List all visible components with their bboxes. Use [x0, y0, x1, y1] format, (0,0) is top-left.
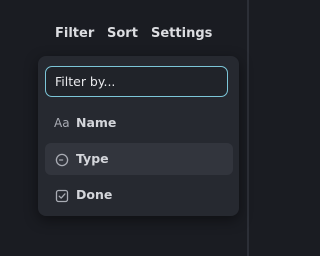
filter-option-label: Name	[76, 115, 117, 130]
filter-option-type[interactable]: Type	[45, 143, 233, 175]
menu-filter[interactable]: Filter	[55, 26, 94, 42]
menu-bar: Filter Sort Settings	[0, 24, 247, 46]
menu-sort[interactable]: Sort	[107, 26, 138, 42]
filter-search-input[interactable]	[45, 66, 228, 97]
filter-option-done[interactable]: Done	[45, 179, 233, 211]
filter-dropdown-panel: Aa Name Type Done	[38, 56, 239, 216]
filter-option-label: Done	[76, 187, 113, 202]
divider	[247, 0, 249, 256]
clock-icon	[55, 152, 69, 167]
text-type-icon: Aa	[54, 116, 70, 130]
filter-option-name[interactable]: Aa Name	[45, 107, 233, 139]
filter-option-label: Type	[76, 151, 109, 166]
checkbox-checked-icon	[55, 188, 69, 203]
menu-settings[interactable]: Settings	[151, 26, 212, 42]
